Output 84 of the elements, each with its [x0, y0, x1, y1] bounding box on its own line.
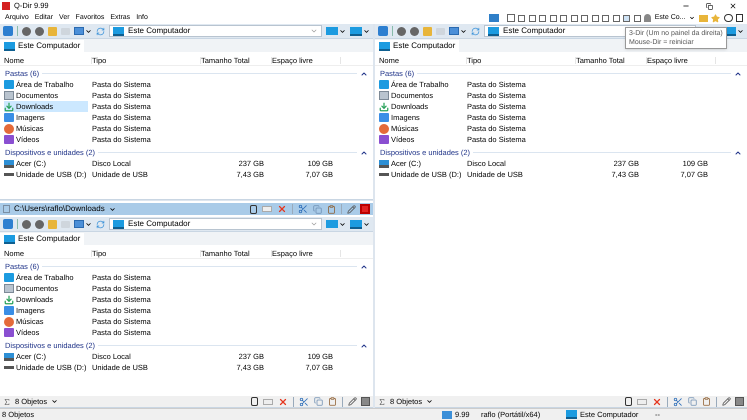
usb-drive-icon [379, 173, 389, 176]
app-icon [442, 410, 452, 418]
collapse-icon[interactable] [360, 262, 368, 270]
path-text[interactable]: C:\Users\raflo\Downloads [14, 205, 105, 213]
video-icon [4, 135, 14, 144]
collapse-icon[interactable] [734, 70, 742, 78]
music-icon [4, 316, 14, 326]
image-icon [4, 306, 14, 315]
image-icon [379, 113, 389, 122]
refresh-icon[interactable] [96, 220, 105, 228]
cut-icon[interactable] [299, 396, 309, 406]
image-icon [4, 113, 14, 122]
caret-icon[interactable] [51, 398, 58, 405]
copy-icon[interactable] [314, 397, 323, 406]
cut-icon[interactable] [298, 204, 308, 214]
monitor-icon[interactable] [350, 26, 362, 36]
drive-icon [4, 160, 14, 168]
window-icon[interactable] [736, 14, 743, 22]
refresh-icon[interactable] [471, 26, 480, 36]
edit-icon[interactable] [348, 397, 357, 406]
sum-icon [378, 398, 386, 406]
address-field[interactable]: Este Computador [109, 25, 322, 37]
usb-drive-icon [4, 366, 14, 369]
tab[interactable]: Este Computador [0, 233, 84, 245]
monitor-icon[interactable] [350, 220, 362, 228]
caret-icon[interactable] [689, 15, 695, 21]
video-icon [4, 328, 14, 337]
close-icon[interactable] [729, 2, 737, 10]
caret-icon[interactable] [85, 220, 92, 228]
music-icon [4, 124, 14, 134]
caret-icon[interactable] [426, 398, 434, 405]
caret-icon[interactable] [339, 220, 346, 228]
caret-icon[interactable] [339, 28, 346, 34]
drive-icon [379, 160, 389, 168]
video-icon [379, 135, 389, 144]
download-icon [4, 102, 14, 112]
desktop-icon [4, 273, 14, 282]
collapse-icon[interactable] [360, 148, 368, 156]
download-icon [379, 102, 389, 112]
caret-icon[interactable] [108, 206, 116, 212]
tab[interactable]: Este Computador [0, 40, 84, 52]
document-icon [4, 284, 14, 293]
collapse-icon[interactable] [734, 148, 742, 156]
caret-icon[interactable] [363, 220, 370, 228]
caret-icon[interactable] [363, 28, 370, 34]
paste-icon[interactable] [328, 397, 337, 406]
drive-icon [4, 352, 14, 360]
star-icon[interactable] [711, 14, 720, 22]
delete-icon[interactable] [278, 396, 288, 406]
sum-icon [3, 398, 11, 406]
computer-icon [566, 410, 577, 419]
refresh-icon[interactable] [96, 26, 105, 36]
document-icon [4, 91, 14, 100]
copy-icon[interactable] [688, 397, 697, 406]
document-icon [379, 91, 389, 100]
folder-dropdown-icon[interactable] [489, 14, 500, 22]
download-icon [4, 294, 14, 304]
computer-icon [488, 26, 499, 36]
restore-icon[interactable] [706, 2, 713, 10]
address-field[interactable]: Este Computador [109, 218, 322, 230]
app-logo-icon [2, 2, 10, 10]
desktop-icon [4, 80, 14, 89]
music-icon [379, 124, 389, 134]
computer-icon [4, 234, 15, 244]
cut-icon[interactable] [673, 396, 683, 406]
paste-icon[interactable] [327, 204, 336, 214]
tab[interactable]: Este Computador [375, 40, 460, 52]
delete-icon[interactable] [277, 204, 287, 214]
computer-icon [113, 220, 124, 228]
caret-icon[interactable] [737, 28, 744, 34]
computer-icon [113, 26, 124, 36]
edit-icon[interactable] [722, 397, 731, 406]
computer-icon [4, 42, 15, 50]
usb-drive-icon [4, 173, 14, 176]
caret-icon[interactable] [460, 28, 467, 34]
delete-icon[interactable] [652, 396, 662, 406]
caret-icon[interactable] [85, 28, 92, 34]
edit-icon[interactable] [347, 204, 356, 214]
desktop-icon [379, 80, 389, 89]
computer-icon [379, 42, 390, 50]
pane-icon [3, 205, 10, 213]
collapse-icon[interactable] [360, 70, 368, 78]
collapse-icon[interactable] [360, 342, 368, 350]
paste-icon[interactable] [702, 397, 711, 406]
